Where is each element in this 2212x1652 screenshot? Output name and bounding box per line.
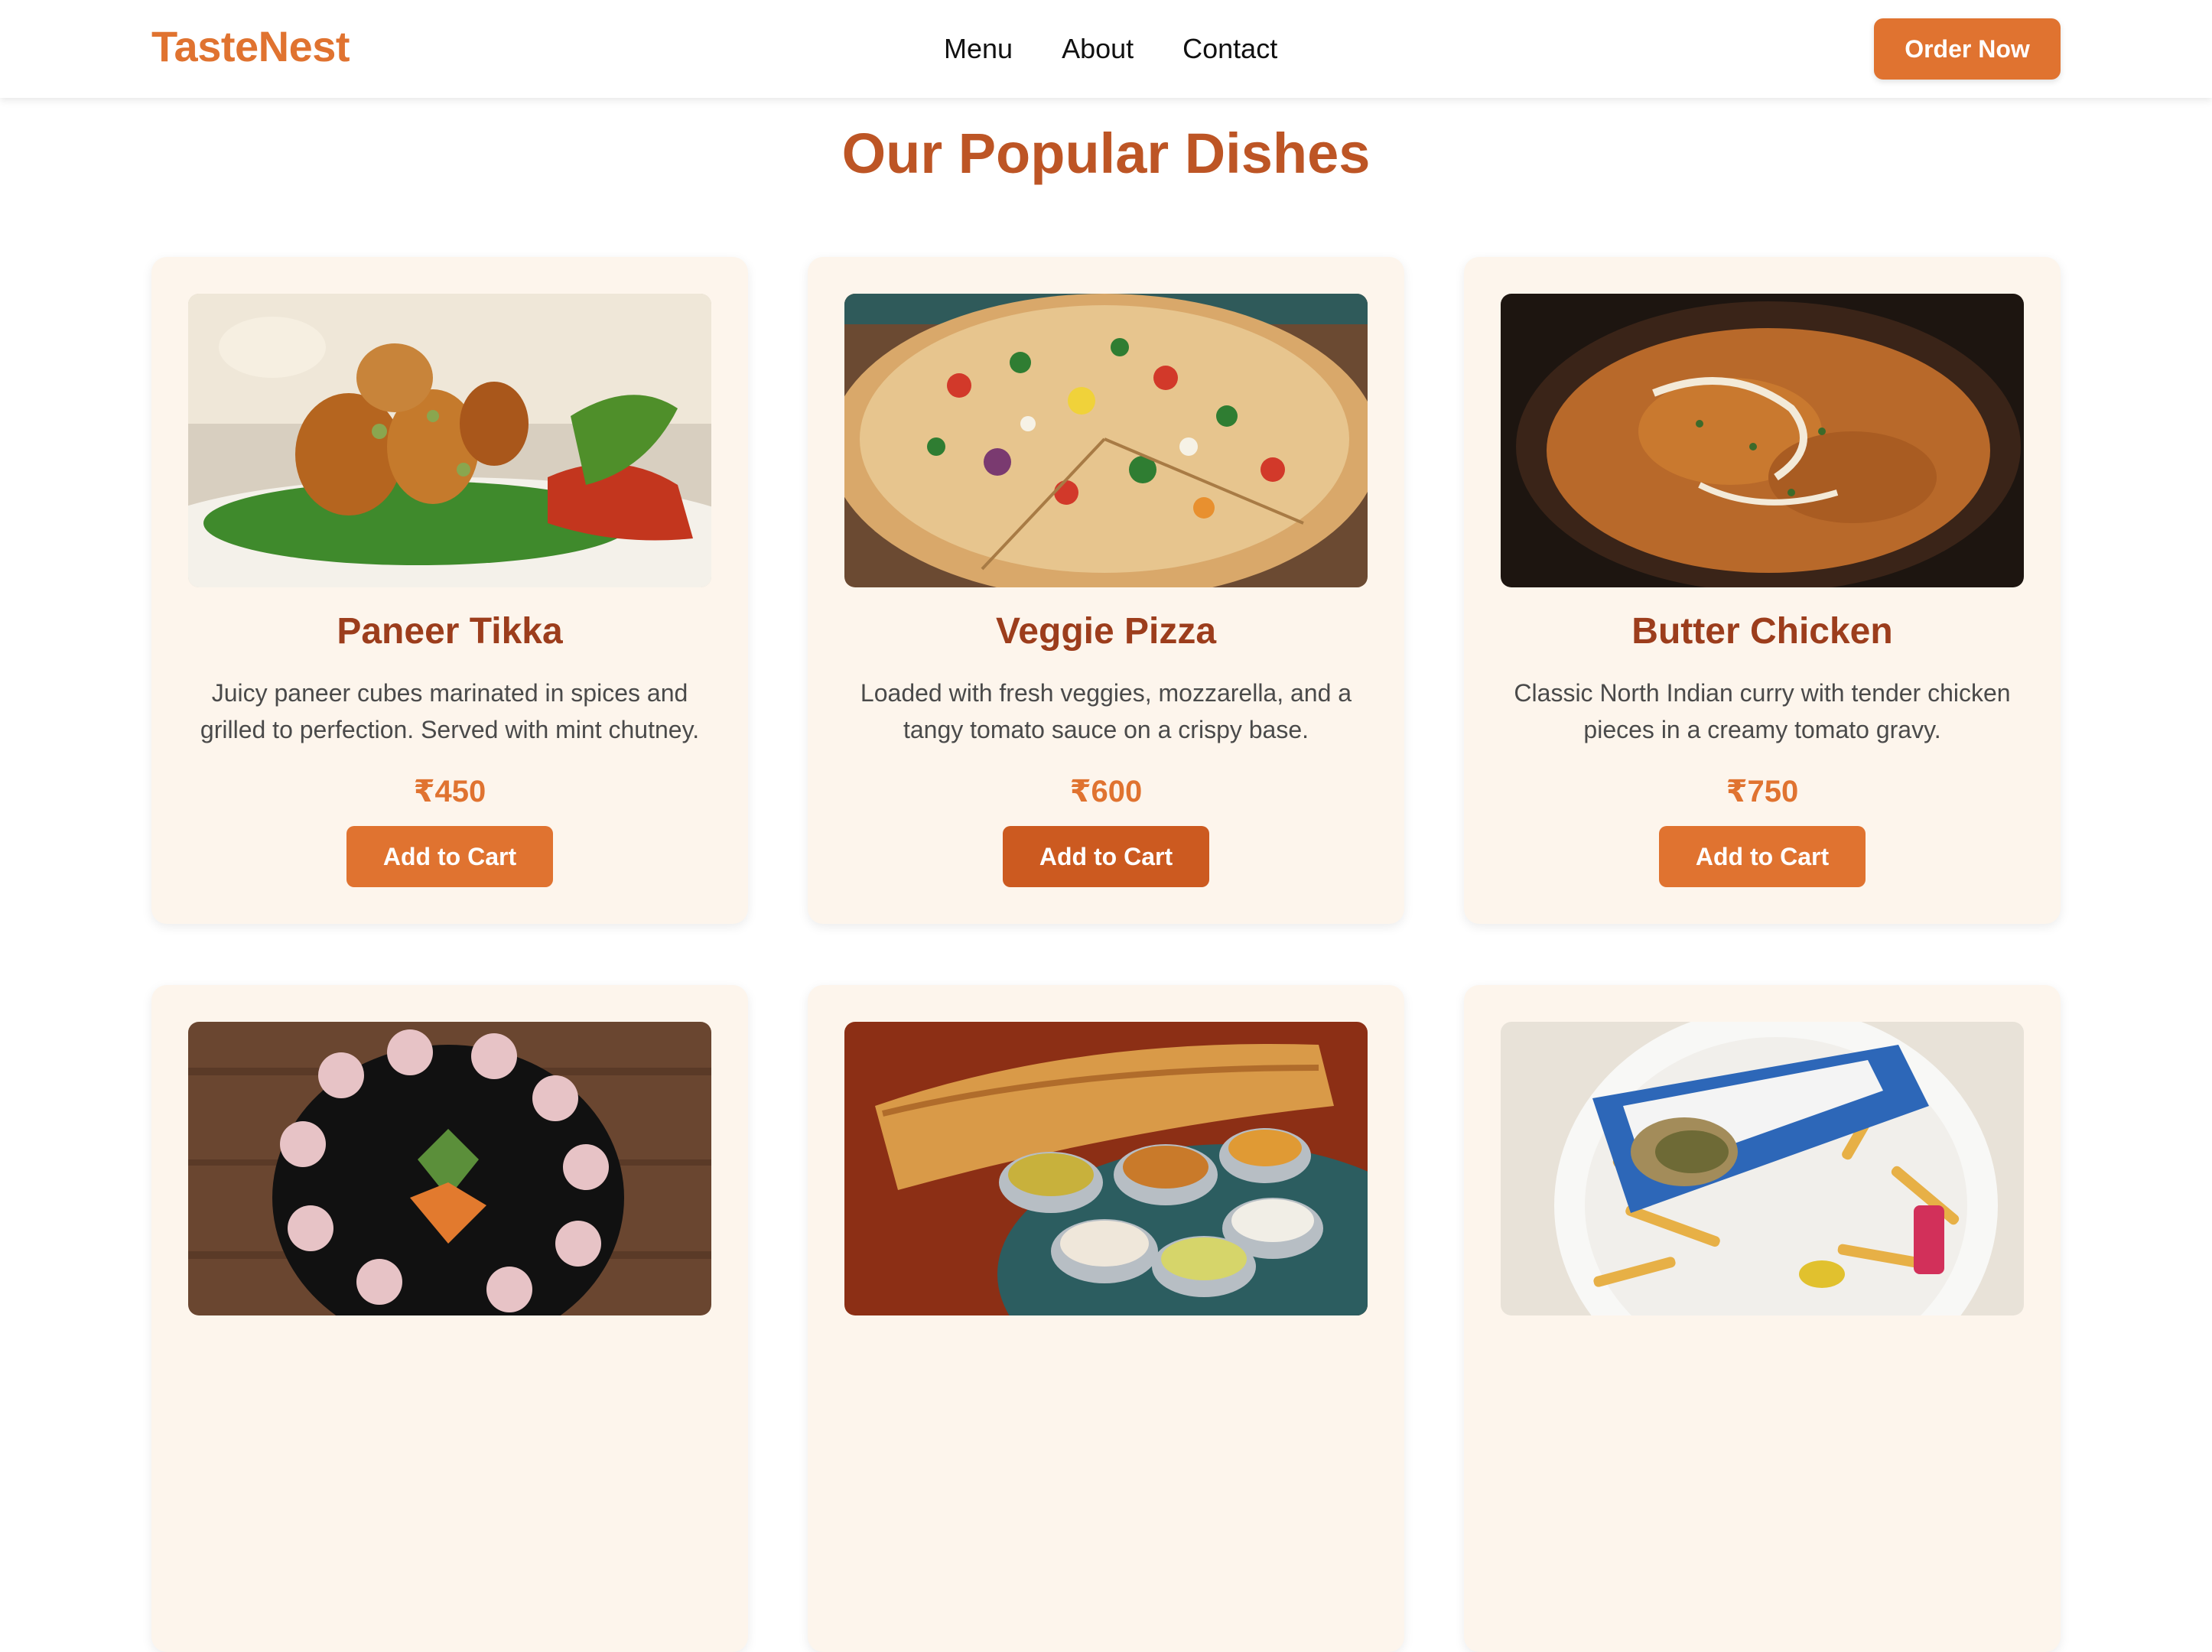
- dish-card-butter-chicken: Butter Chicken Classic North Indian curr…: [1464, 257, 2061, 924]
- wrap-image: [1501, 1022, 2024, 1315]
- dish-name: Butter Chicken: [1631, 611, 1893, 652]
- add-to-cart-button[interactable]: Add to Cart: [1659, 826, 1866, 887]
- dosa-image: [844, 1022, 1368, 1315]
- dish-description: Classic North Indian curry with tender c…: [1514, 679, 2011, 743]
- nav-link-menu[interactable]: Menu: [944, 31, 1013, 67]
- dish-card-veggie-pizza: Veggie Pizza Loaded with fresh veggies, …: [808, 257, 1404, 924]
- sushi-image: [188, 1022, 711, 1315]
- brand-logo[interactable]: TasteNest: [151, 21, 350, 71]
- dish-price: ₹600: [1069, 775, 1143, 808]
- order-now-button[interactable]: Order Now: [1874, 18, 2061, 80]
- wrap-with-fries-photo: [1501, 1022, 2024, 1315]
- dish-name: Veggie Pizza: [995, 611, 1217, 652]
- masala-dosa-photo: [844, 1022, 1368, 1315]
- veggie-pizza-photo: [844, 294, 1368, 587]
- nav-link-contact[interactable]: Contact: [1182, 31, 1277, 67]
- nav-links: Menu About Contact: [944, 31, 1277, 67]
- sushi-platter-photo: [188, 1022, 711, 1315]
- dish-card-sushi: [151, 985, 748, 1652]
- dish-grid: Paneer Tikka Juicy paneer cubes marinate…: [151, 257, 2061, 1652]
- dish-card-wrap: [1464, 985, 2061, 1652]
- dish-name: Paneer Tikka: [337, 611, 563, 652]
- section-title: Our Popular Dishes: [841, 122, 1371, 185]
- dish-card-dosa: [808, 985, 1404, 1652]
- dish-card-paneer-tikka: Paneer Tikka Juicy paneer cubes marinate…: [151, 257, 748, 924]
- veggie-pizza-image: [844, 294, 1368, 587]
- dish-price: ₹450: [413, 775, 486, 808]
- dish-description: Loaded with fresh veggies, mozzarella, a…: [860, 679, 1352, 743]
- butter-chicken-image: [1501, 294, 2024, 587]
- butter-chicken-photo: [1501, 294, 2024, 587]
- add-to-cart-button[interactable]: Add to Cart: [1003, 826, 1209, 887]
- add-to-cart-button[interactable]: Add to Cart: [346, 826, 553, 887]
- dish-price: ₹750: [1726, 775, 1799, 808]
- paneer-tikka-photo: [188, 294, 711, 587]
- dish-description: Juicy paneer cubes marinated in spices a…: [200, 679, 700, 743]
- navbar: TasteNest Menu About Contact Order Now: [0, 0, 2212, 98]
- nav-link-about[interactable]: About: [1062, 31, 1134, 67]
- paneer-tikka-image: [188, 294, 711, 587]
